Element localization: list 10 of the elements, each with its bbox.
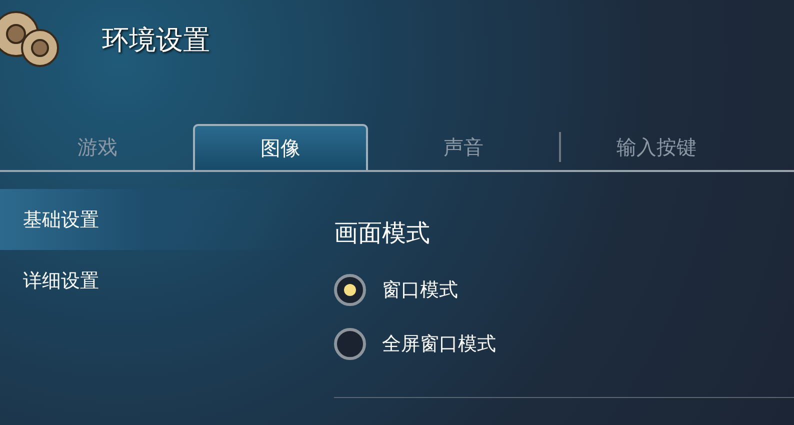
radio-label[interactable]: 全屏窗口模式 (382, 331, 496, 357)
sidebar-item[interactable]: 详细设置 (0, 250, 289, 311)
section-title: 画面模式 (334, 218, 431, 249)
radio-label[interactable]: 窗口模式 (382, 277, 458, 303)
radio-button[interactable] (334, 328, 366, 360)
radio-button[interactable] (334, 274, 366, 306)
tab[interactable]: 输入按键 (569, 124, 744, 170)
window-title: 环境设置 (102, 24, 210, 58)
tab[interactable]: 图像 (193, 124, 368, 170)
tab[interactable]: 声音 (376, 124, 551, 170)
